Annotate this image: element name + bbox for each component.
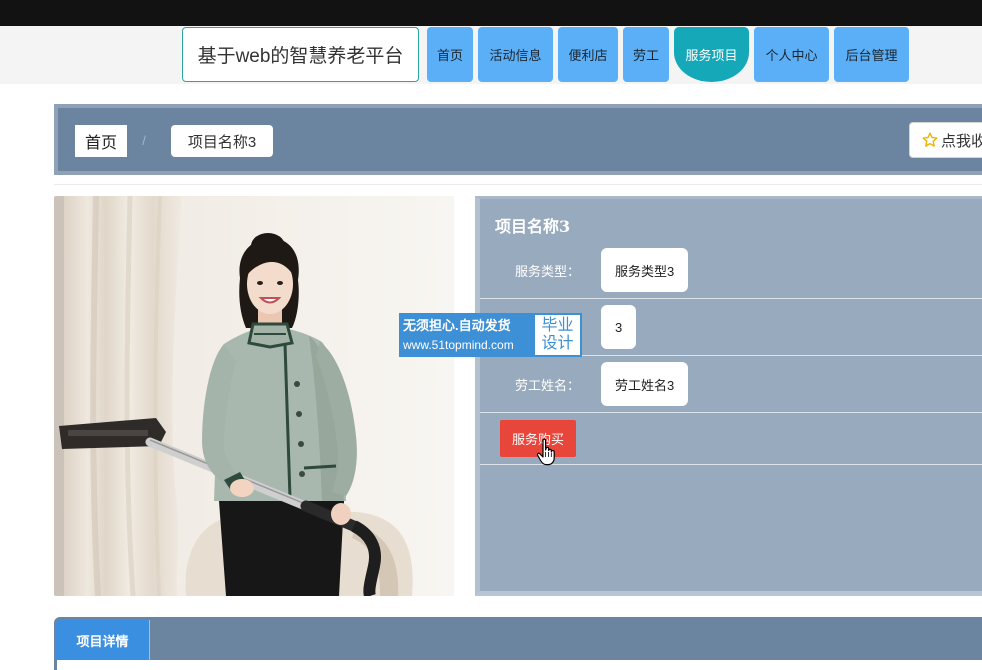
watermark-line1: 无须担心.自动发货 — [403, 318, 511, 333]
field-row-service-type: 服务类型： 服务类型3 — [480, 242, 982, 299]
star-outline-icon — [922, 132, 938, 147]
favorite-button[interactable]: 点我收 — [909, 122, 982, 158]
nav-workers[interactable]: 劳工 — [623, 27, 669, 82]
service-photo-illustration — [54, 196, 454, 596]
breadcrumb-current: 项目名称3 — [171, 125, 273, 157]
watermark-logo: 无须担心.自动发货 www.51topmind.com 毕业 设计 — [399, 313, 582, 357]
field-value: 劳工姓名3 — [601, 362, 689, 406]
watermark-badge-top: 毕业 — [541, 317, 574, 334]
field-label: 劳工姓名： — [514, 377, 580, 393]
hand-pointer-icon — [536, 438, 555, 466]
nav-personal-center[interactable]: 个人中心 — [754, 27, 829, 82]
service-photo — [54, 196, 454, 596]
breadcrumb: 首页 / 项目名称3 点我收 — [54, 104, 982, 175]
watermark-text: 无须担心.自动发货 www.51topmind.com — [399, 313, 533, 357]
watermark-badge: 毕业 设计 — [533, 313, 582, 357]
browser-top-bar — [0, 0, 982, 26]
tab-content — [54, 660, 982, 670]
divider — [54, 184, 982, 185]
tab-project-details[interactable]: 项目详情 — [56, 620, 150, 660]
detail-tabs: 项目详情 — [54, 617, 982, 660]
main-nav: 首页 活动信息 便利店 劳工 服务项目 个人中心 后台管理 — [427, 27, 909, 82]
nav-activities[interactable]: 活动信息 — [478, 27, 553, 82]
watermark-badge-bottom: 设计 — [541, 335, 574, 352]
field-label: 服务类型： — [514, 263, 580, 279]
nav-services[interactable]: 服务项目 — [674, 27, 749, 82]
favorite-label: 点我收 — [941, 132, 982, 150]
nav-home[interactable]: 首页 — [427, 27, 473, 82]
watermark-line2: www.51topmind.com — [403, 338, 514, 352]
field-value: 3 — [601, 305, 637, 349]
site-header: 基于web的智慧养老平台 首页 活动信息 便利店 劳工 服务项目 个人中心 后台… — [0, 26, 982, 84]
breadcrumb-separator: / — [142, 133, 146, 148]
field-value: 服务类型3 — [601, 248, 689, 292]
field-row-worker-name: 劳工姓名： 劳工姓名3 — [480, 356, 982, 413]
site-title: 基于web的智慧养老平台 — [182, 27, 419, 82]
service-title: 项目名称3 — [495, 217, 571, 236]
nav-admin[interactable]: 后台管理 — [834, 27, 909, 82]
breadcrumb-home[interactable]: 首页 — [75, 125, 127, 157]
nav-store[interactable]: 便利店 — [558, 27, 618, 82]
service-detail-panel: 项目名称3 服务类型： 服务类型3 3 劳工姓名： 劳工姓名3 服务购买 — [475, 196, 982, 596]
